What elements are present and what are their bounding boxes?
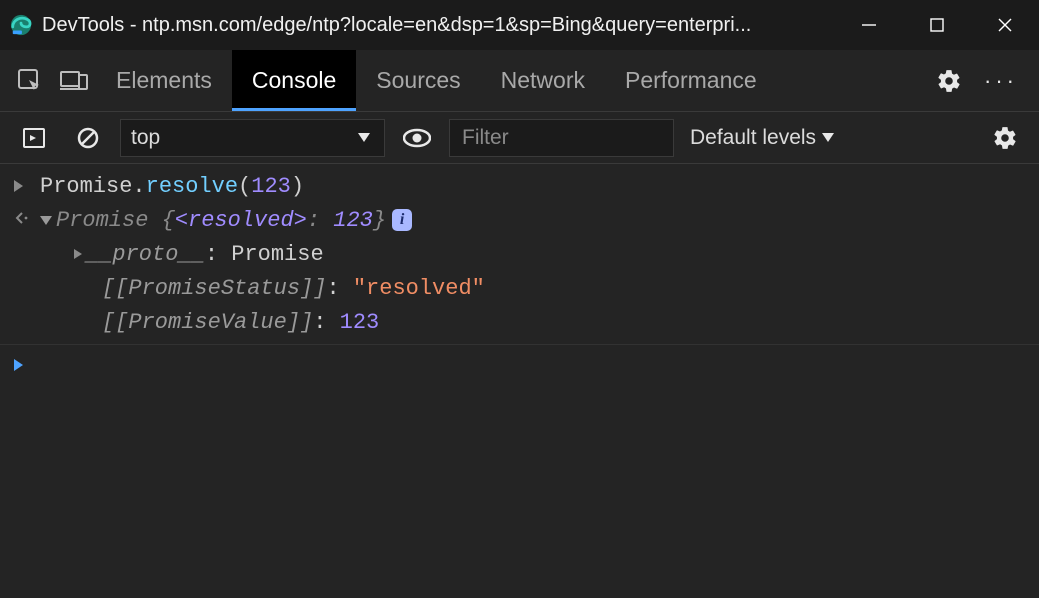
close-button[interactable] [971,0,1039,50]
device-toolbar-icon[interactable] [52,59,96,103]
console-property-row[interactable]: __proto__: Promise [0,238,1039,272]
prompt-chevron-icon [14,351,40,381]
levels-label: Default levels [690,126,816,150]
promise-status-property: [[PromiseStatus]]: "resolved" [40,274,1029,304]
clear-console-icon[interactable] [66,116,110,160]
more-tabs-icon[interactable] [777,50,817,111]
toggle-sidebar-icon[interactable] [12,116,56,160]
console-input-row[interactable]: Promise.resolve(123) [0,170,1039,204]
output-chevron-icon [14,206,40,236]
expand-toggle-icon[interactable] [40,216,52,225]
expand-toggle-icon[interactable] [74,249,82,259]
console-input-code: Promise.resolve(123) [40,172,1029,202]
console-property-row[interactable]: [[PromiseValue]]: 123 [0,306,1039,340]
maximize-button[interactable] [903,0,971,50]
context-value: top [131,126,160,150]
more-options-icon[interactable]: ··· [983,68,1019,94]
console-property-row[interactable]: [[PromiseStatus]]: "resolved" [0,272,1039,306]
devtools-tabbar: Elements Console Sources Network Perform… [0,50,1039,112]
filter-input[interactable] [449,119,674,157]
console-settings-gear-icon[interactable] [983,116,1027,160]
console-result-row[interactable]: Promise {<resolved>: 123}i [0,204,1039,238]
promise-value-property: [[PromiseValue]]: 123 [40,308,1029,338]
window-titlebar: DevTools - ntp.msn.com/edge/ntp?locale=e… [0,0,1039,50]
minimize-button[interactable] [835,0,903,50]
live-expression-icon[interactable] [395,116,439,160]
input-chevron-icon [14,172,40,202]
separator [0,344,1039,345]
tab-network[interactable]: Network [481,50,605,111]
console-toolbar: top Default levels [0,112,1039,164]
panel-tabs: Elements Console Sources Network Perform… [96,50,817,111]
log-levels-select[interactable]: Default levels [684,126,844,150]
tab-elements[interactable]: Elements [96,50,232,111]
inspect-element-icon[interactable] [8,59,52,103]
execution-context-select[interactable]: top [120,119,385,157]
console-prompt-row[interactable] [0,349,1039,383]
console-prompt-input[interactable] [40,351,1029,381]
console-result-summary: Promise {<resolved>: 123}i [40,206,1029,236]
settings-gear-icon[interactable] [927,59,971,103]
dropdown-caret-icon [822,133,834,142]
console-output: Promise.resolve(123) Promise {<resolved>… [0,164,1039,383]
info-badge-icon[interactable]: i [392,209,412,231]
tab-performance[interactable]: Performance [605,50,777,111]
tab-console[interactable]: Console [232,50,356,111]
proto-property: __proto__: Promise [40,240,1029,270]
window-title: DevTools - ntp.msn.com/edge/ntp?locale=e… [42,14,835,37]
tab-sources[interactable]: Sources [356,50,480,111]
window-controls [835,0,1039,50]
dropdown-caret-icon [358,133,370,142]
edge-app-icon [10,14,32,36]
